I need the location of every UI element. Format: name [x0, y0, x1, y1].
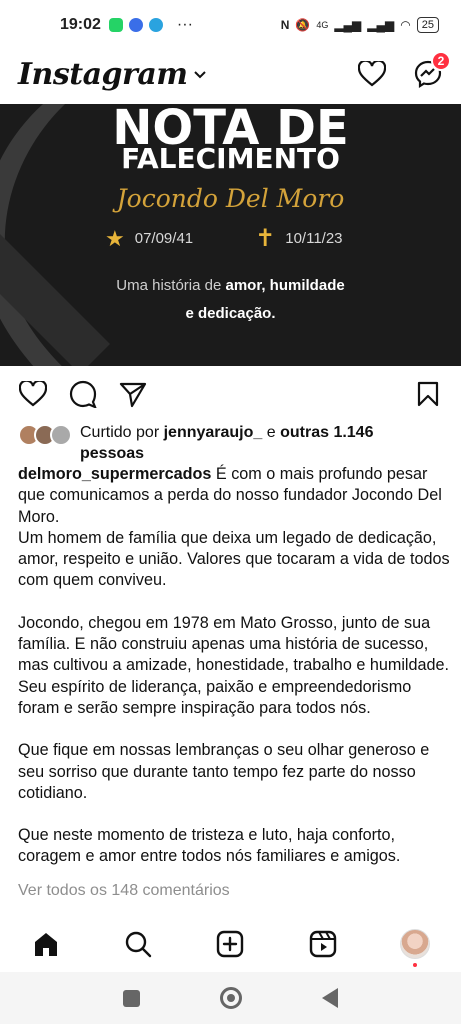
bottom-navigation [0, 916, 461, 972]
home-icon[interactable] [31, 929, 61, 959]
home-button-icon[interactable] [220, 987, 242, 1009]
caption-username[interactable]: delmoro_supermercados [18, 465, 211, 483]
post-caption: delmoro_supermercados É com o mais profu… [18, 464, 450, 868]
profile-avatar[interactable] [399, 929, 430, 967]
caption-p3: Jocondo, chegou em 1978 em Mato Grosso, … [18, 613, 450, 717]
recents-icon[interactable] [123, 989, 140, 1007]
birth-date: 07/09/41 [134, 230, 194, 247]
post-image[interactable]: NOTA DE FALECIMENTO Jocondo Del Moro ★ 0… [0, 104, 461, 366]
instagram-header: Instagram 2 [0, 51, 461, 96]
signal-icon: ▂▄▆ [334, 18, 362, 32]
view-all-comments-link[interactable]: Ver todos os 148 comentários [18, 882, 230, 900]
death-date: 10/11/23 [285, 230, 343, 247]
messages-icon [128, 18, 143, 32]
likes-text: Curtido por jennyaraujo_ e outras 1.146 … [80, 422, 373, 464]
liker-avatar [50, 424, 72, 446]
post-actions [0, 372, 461, 416]
history-text: Uma história de amor, humildade e dedica… [0, 272, 461, 328]
likes-row[interactable]: Curtido por jennyaraujo_ e outras 1.146 … [18, 422, 448, 464]
notifications-heart-icon[interactable] [357, 59, 387, 89]
likes-user[interactable]: jennyaraujo_ [164, 424, 263, 441]
comment-icon[interactable] [68, 379, 98, 409]
more-icon: ··· [176, 16, 193, 33]
status-notification-icons: ··· [108, 16, 193, 34]
caption-p5: Que neste momento de tristeza e luto, ha… [18, 826, 401, 866]
nfc-icon: N [280, 18, 290, 32]
dates-row: ★ 07/09/41 ✝ 10/11/23 [105, 224, 343, 253]
status-right: N 🔕 4G ▂▄▆ ▂▄▆ ◠ 25 [281, 17, 439, 33]
likes-middle: e [262, 424, 281, 441]
signal2-icon: ▂▄▆ [367, 18, 395, 32]
history-bold2: e dedicação. [185, 305, 276, 322]
deceased-name: Jocondo Del Moro [116, 184, 345, 213]
wifi-icon: ◠ [400, 18, 411, 32]
history-prefix: Uma história de [116, 277, 226, 294]
bookmark-icon[interactable] [413, 379, 443, 409]
caption-p4: Que fique em nossas lembranças o seu olh… [18, 741, 430, 802]
liker-avatars [18, 424, 72, 464]
system-navigation-bar [0, 972, 461, 1024]
status-bar: 19:02 ··· N 🔕 4G ▂▄▆ ▂▄▆ ◠ 25 [0, 0, 461, 50]
status-time: 19:02 [60, 16, 101, 33]
send-icon[interactable] [118, 379, 148, 409]
mute-icon: 🔕 [295, 18, 311, 32]
instagram-logo[interactable]: Instagram [18, 57, 188, 92]
cross-icon: ✝ [255, 225, 276, 252]
whatsapp-icon [108, 18, 123, 32]
caption-p2: Um homem de família que deixa um legado … [18, 528, 450, 590]
history-bold1: amor, humildade [225, 277, 345, 294]
likes-suffix[interactable]: pessoas [80, 445, 144, 462]
back-icon[interactable] [322, 988, 338, 1008]
star-icon: ★ [105, 225, 125, 251]
search-icon[interactable] [123, 929, 153, 959]
post-title-line2: FALECIMENTO [121, 142, 340, 175]
network-label: 4G [316, 20, 329, 30]
messenger-icon[interactable]: 2 [413, 51, 451, 89]
likes-others[interactable]: outras 1.146 [280, 424, 373, 441]
messages-badge: 2 [431, 51, 451, 71]
heart-icon[interactable] [18, 379, 48, 409]
chevron-down-icon[interactable] [193, 66, 206, 82]
likes-prefix: Curtido por [80, 424, 164, 441]
telegram-icon [148, 18, 163, 32]
activity-dot [412, 963, 417, 967]
create-icon[interactable] [215, 929, 245, 959]
caption-p1: delmoro_supermercados É com o mais profu… [18, 464, 450, 528]
battery-indicator: 25 [416, 17, 439, 33]
reels-icon[interactable] [308, 929, 338, 959]
